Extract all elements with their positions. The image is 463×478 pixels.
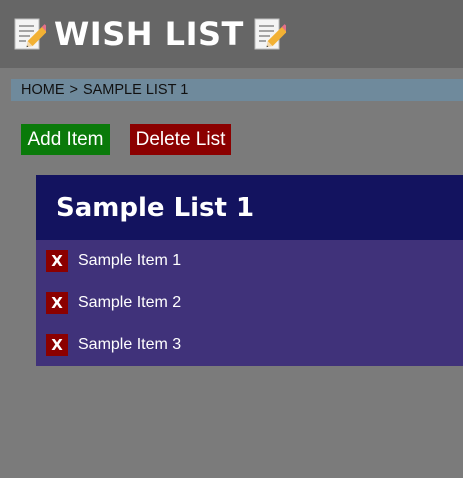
app-header: WISH LIST bbox=[0, 0, 463, 68]
list-item: X Sample Item 2 bbox=[36, 282, 463, 324]
memo-icon bbox=[14, 18, 46, 50]
delete-item-button[interactable]: X bbox=[46, 292, 68, 314]
breadcrumb-separator: > bbox=[69, 82, 78, 98]
breadcrumb-home-link[interactable]: HOME bbox=[21, 82, 65, 98]
list-card-header: Sample List 1 bbox=[36, 175, 463, 240]
list-item-label: Sample Item 2 bbox=[78, 294, 182, 311]
add-item-button[interactable]: Add Item bbox=[21, 124, 110, 155]
breadcrumb: HOME > SAMPLE LIST 1 bbox=[11, 79, 463, 101]
delete-item-button[interactable]: X bbox=[46, 250, 68, 272]
list-title: Sample List 1 bbox=[56, 192, 255, 223]
list-item: X Sample Item 3 bbox=[36, 324, 463, 366]
list-item-label: Sample Item 1 bbox=[78, 252, 182, 269]
app-title: WISH LIST bbox=[12, 14, 286, 54]
app-title-text: WISH LIST bbox=[54, 15, 244, 53]
breadcrumb-current: SAMPLE LIST 1 bbox=[82, 82, 189, 98]
delete-item-button[interactable]: X bbox=[46, 334, 68, 356]
list-item-label: Sample Item 3 bbox=[78, 336, 182, 353]
list-card: Sample List 1 X Sample Item 1 X Sample I… bbox=[36, 175, 463, 366]
list-item: X Sample Item 1 bbox=[36, 240, 463, 282]
memo-icon bbox=[254, 18, 286, 50]
delete-list-button[interactable]: Delete List bbox=[130, 124, 231, 155]
